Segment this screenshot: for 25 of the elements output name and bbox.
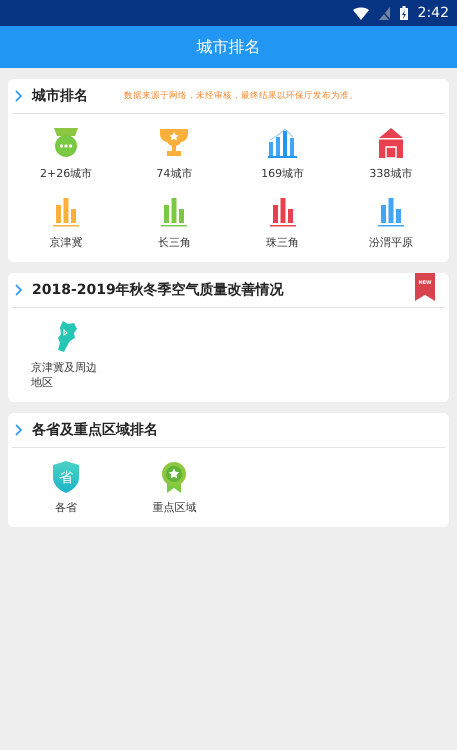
category-link[interactable]: 珠三角: [266, 235, 300, 250]
clock-time: 2:42: [418, 5, 449, 21]
category-link[interactable]: 京津冀及周边地区: [31, 360, 102, 390]
no-signal-icon: [378, 6, 390, 20]
disclaimer-note: 数据来源于网络，未经审核，最终结果以环保厅发布为准。: [124, 90, 358, 102]
category-link[interactable]: 169城市: [261, 166, 304, 181]
bar-chart-icon: [266, 126, 300, 160]
wifi-icon: [352, 6, 369, 20]
category-link[interactable]: 2+26城市: [40, 166, 92, 181]
chevron-icon: [14, 90, 24, 102]
battery-icon: [400, 6, 408, 20]
shield-icon: 省: [51, 460, 82, 494]
category-link[interactable]: 338城市: [369, 166, 412, 181]
category-link[interactable]: 长三角: [158, 235, 191, 250]
section-title: 2018-2019年秋冬季空气质量改善情况: [32, 281, 284, 299]
section-title: 城市排名: [32, 87, 88, 105]
category-link[interactable]: 京津冀: [50, 235, 83, 250]
app-bar-title: 城市排名: [196, 36, 260, 58]
category-link[interactable]: 各省: [55, 500, 78, 515]
category-link[interactable]: 74城市: [156, 166, 192, 181]
category-link[interactable]: 汾渭平原: [368, 235, 413, 250]
chevron-icon: [14, 284, 24, 296]
section-title: 各省及重点区域排名: [32, 421, 158, 439]
chevron-icon: [14, 424, 24, 436]
category-link[interactable]: 重点区域: [152, 500, 196, 515]
